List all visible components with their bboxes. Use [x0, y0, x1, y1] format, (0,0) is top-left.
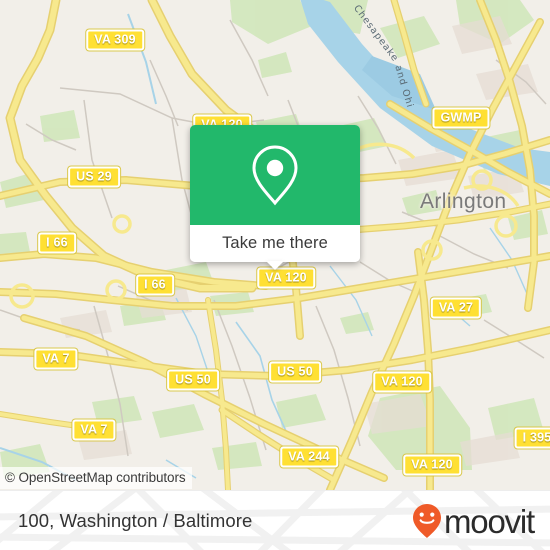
road-shield-label: VA 27 — [438, 300, 474, 315]
road-shield-label: VA 309 — [94, 32, 136, 47]
road-shield: VA 7 — [34, 348, 78, 370]
road-shield: VA 27 — [430, 297, 482, 319]
road-shield-label: VA 7 — [42, 351, 70, 366]
road-shield: VA 120 — [373, 371, 431, 393]
footer-bar: 100, Washington / Baltimore moovit — [0, 490, 550, 550]
map-label-arlington: Arlington — [420, 190, 507, 213]
station-popup-card[interactable]: Take me there — [190, 125, 360, 270]
road-shield: VA 7 — [72, 419, 116, 441]
road-shield: US 50 — [167, 369, 219, 391]
road-shield-label: VA 120 — [381, 374, 423, 389]
card-action-area[interactable]: Take me there — [190, 225, 360, 262]
road-shield-label: VA 120 — [411, 457, 453, 472]
road-shield-label: I 66 — [46, 235, 68, 250]
road-shield: GWMP — [432, 107, 490, 129]
moovit-station-card-screen: Chesapeake and Ohio Canal Arlington VA 3… — [0, 0, 550, 550]
road-shield-label: VA 244 — [288, 449, 330, 464]
station-title: 100, Washington / Baltimore — [18, 510, 253, 531]
osm-attribution: © OpenStreetMap contributors — [0, 467, 192, 489]
road-shield-label: US 50 — [277, 364, 313, 379]
road-shield: I 395 — [514, 427, 550, 449]
road-shield-label: VA 120 — [265, 270, 307, 285]
moovit-logo[interactable]: moovit — [412, 502, 535, 540]
card-image-area — [190, 125, 360, 225]
road-shield: I 66 — [38, 232, 76, 254]
road-shield-label: US 29 — [76, 169, 112, 184]
road-shield-label: I 395 — [522, 430, 550, 445]
road-shield-label: VA 7 — [80, 422, 108, 437]
road-shield: US 50 — [269, 361, 321, 383]
take-me-there-label: Take me there — [222, 234, 328, 252]
road-shield: VA 309 — [86, 29, 144, 51]
road-shield: VA 244 — [280, 446, 338, 468]
road-shield-label: GWMP — [440, 110, 482, 125]
road-shield: VA 120 — [257, 267, 315, 289]
road-shield-label: US 50 — [175, 372, 211, 387]
moovit-wordmark: moovit — [444, 502, 535, 540]
moovit-pin-icon — [413, 504, 441, 538]
road-shield: US 29 — [68, 166, 120, 188]
map-pin-icon — [252, 145, 298, 206]
map-canvas[interactable]: Chesapeake and Ohio Canal Arlington VA 3… — [0, 0, 550, 490]
road-shield: VA 120 — [403, 454, 461, 476]
road-shield-label: I 66 — [144, 277, 166, 292]
card-pointer-tail — [266, 261, 284, 270]
road-shield: I 66 — [136, 274, 174, 296]
